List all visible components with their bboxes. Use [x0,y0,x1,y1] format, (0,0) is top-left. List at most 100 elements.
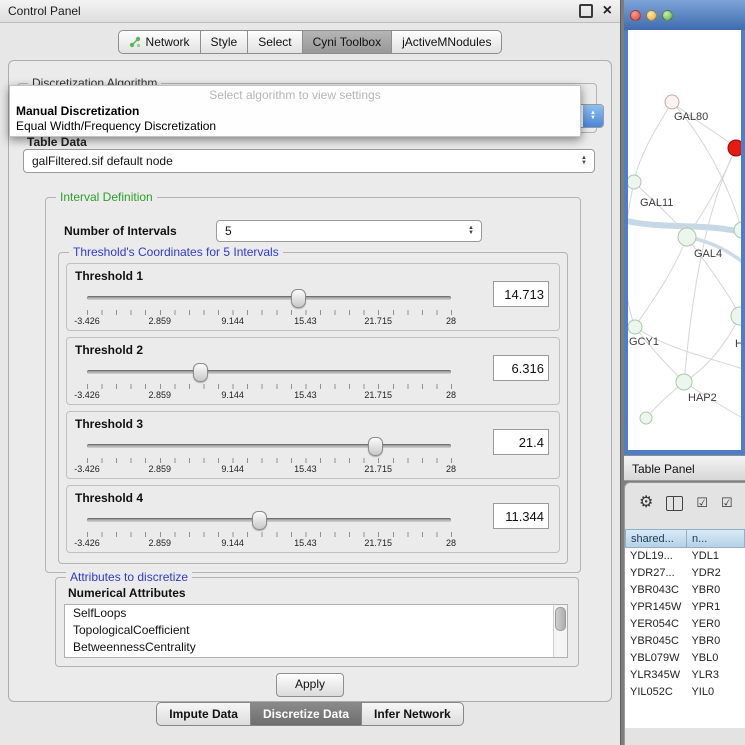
threshold-slider[interactable]: -3.4262.8599.14415.4321.71528 [87,436,451,474]
tab-discretize-data[interactable]: Discretize Data [250,702,362,726]
table-cell[interactable]: YIL052C [625,684,686,701]
attribute-item-selfloops[interactable]: SelfLoops [65,605,567,622]
tick-label: 9.144 [221,464,244,474]
slider-thumb[interactable] [291,289,306,308]
attributes-group-title: Attributes to discretize [66,570,192,584]
tick-label: 15.43 [294,538,317,548]
threshold-value-field[interactable] [493,503,549,529]
columns-icon[interactable] [666,496,683,511]
column-header-shared[interactable]: shared... [625,529,687,548]
slider-track[interactable] [87,296,451,300]
table-cell[interactable]: YBL0 [686,650,745,667]
network-node[interactable] [628,320,642,334]
close-traffic-light-icon[interactable] [630,10,641,21]
network-node[interactable] [665,95,679,109]
threshold-slider[interactable]: -3.4262.8599.14415.4321.71528 [87,288,451,326]
network-node[interactable] [731,307,741,325]
table-cell[interactable]: YLR3 [686,667,745,684]
threshold-slider[interactable]: -3.4262.8599.14415.4321.71528 [87,510,451,548]
minimize-traffic-light-icon[interactable] [646,10,657,21]
table-cell[interactable]: YDL1 [686,548,745,565]
table-row[interactable]: YIL052CYIL0 [625,684,745,701]
table-cell[interactable]: YPR145W [625,599,686,616]
network-edge[interactable] [635,327,741,370]
tab-network[interactable]: Network [118,30,201,54]
network-node[interactable] [678,228,696,246]
table-cell[interactable]: YBR043C [625,582,686,599]
zoom-traffic-light-icon[interactable] [662,10,673,21]
network-edge[interactable] [684,316,740,382]
table-cell[interactable]: YDR2 [686,565,745,582]
table-row[interactable]: YDL19...YDL1 [625,548,745,565]
tab-infer-network[interactable]: Infer Network [361,702,464,726]
network-edge[interactable] [684,148,736,382]
attribute-item-betweennesscentrality[interactable]: BetweennessCentrality [65,639,567,656]
screen: Control Panel × NetworkStyleSelectCyni T… [0,0,745,745]
network-edge[interactable] [634,102,672,182]
gear-icon[interactable]: ⚙ [639,495,653,511]
algorithm-option-manual-discretization[interactable]: Manual Discretization [10,104,580,119]
slider-ticks [87,532,452,537]
tab-impute-data[interactable]: Impute Data [156,702,251,726]
numerical-attributes-label: Numerical Attributes [68,586,186,600]
table-cell[interactable]: YLR345W [625,667,686,684]
tick-label: 9.144 [221,390,244,400]
table-cell[interactable]: YBR0 [686,582,745,599]
slider-tick-labels: -3.4262.8599.14415.4321.71528 [87,390,451,400]
table-cell[interactable]: YIL0 [686,684,745,701]
close-icon[interactable]: × [603,5,612,17]
table-cell[interactable]: YDR27... [625,565,686,582]
table-row[interactable]: YLR345WYLR3 [625,667,745,684]
select-rows-checkbox-icon[interactable]: ☑ [721,495,733,511]
network-window-titlebar[interactable] [624,0,745,30]
table-cell[interactable]: YDL19... [625,548,686,565]
table-cell[interactable]: YBL079W [625,650,686,667]
table-cell[interactable]: YER054C [625,616,686,633]
algorithm-option-equal-width-frequency-discretization[interactable]: Equal Width/Frequency Discretization [10,119,580,134]
tab-cyni-toolbox[interactable]: Cyni Toolbox [302,30,392,54]
column-header-n[interactable]: n... [686,529,745,548]
scrollbar-thumb[interactable] [555,607,566,631]
number-of-intervals-combobox[interactable]: 5 ▲▼ [216,220,482,242]
network-canvas[interactable]: GAL80GAL11GAL4GCY1HAP2H [628,30,741,450]
network-edge[interactable] [635,237,687,327]
select-columns-checkbox-icon[interactable]: ☑ [696,495,708,511]
threshold-slider[interactable]: -3.4262.8599.14415.4321.71528 [87,362,451,400]
table-row[interactable]: YBL079WYBL0 [625,650,745,667]
table-cell[interactable]: YBR045C [625,633,686,650]
table-cell[interactable]: YPR1 [686,599,745,616]
tab-jactivemnodules[interactable]: jActiveMNodules [391,30,502,54]
slider-thumb[interactable] [193,363,208,382]
threshold-value-field[interactable] [493,355,549,381]
slider-thumb[interactable] [252,511,267,530]
slider-thumb[interactable] [368,437,383,456]
network-edge[interactable] [672,102,736,148]
table-row[interactable]: YBR043CYBR0 [625,582,745,599]
table-row[interactable]: YER054CYER0 [625,616,745,633]
threshold-value-field[interactable] [493,281,549,307]
slider-track[interactable] [87,370,451,374]
network-node[interactable] [628,175,641,189]
table-cell[interactable]: YER0 [686,616,745,633]
tab-select[interactable]: Select [247,30,302,54]
slider-track[interactable] [87,518,451,522]
table-cell[interactable]: YBR0 [686,633,745,650]
table-row[interactable]: YDR27...YDR2 [625,565,745,582]
tick-label: 21.715 [364,464,392,474]
attributes-list[interactable]: SelfLoopsTopologicalCoefficientBetweenne… [64,604,568,658]
threshold-value-field[interactable] [493,429,549,455]
table-row[interactable]: YBR045CYBR0 [625,633,745,650]
network-node[interactable] [640,412,652,424]
network-node[interactable] [734,222,741,238]
network-edge[interactable] [628,182,635,327]
attribute-item-topologicalcoefficient[interactable]: TopologicalCoefficient [65,622,567,639]
float-window-icon[interactable] [579,4,593,18]
table-row[interactable]: YPR145WYPR1 [625,599,745,616]
apply-button[interactable]: Apply [276,673,344,697]
network-node[interactable] [676,374,692,390]
scrollbar[interactable] [553,605,567,657]
slider-track[interactable] [87,444,451,448]
selected-node[interactable] [728,140,741,156]
tab-style[interactable]: Style [200,30,249,54]
table-data-combobox[interactable]: galFiltered.sif default node ▲▼ [23,149,595,173]
